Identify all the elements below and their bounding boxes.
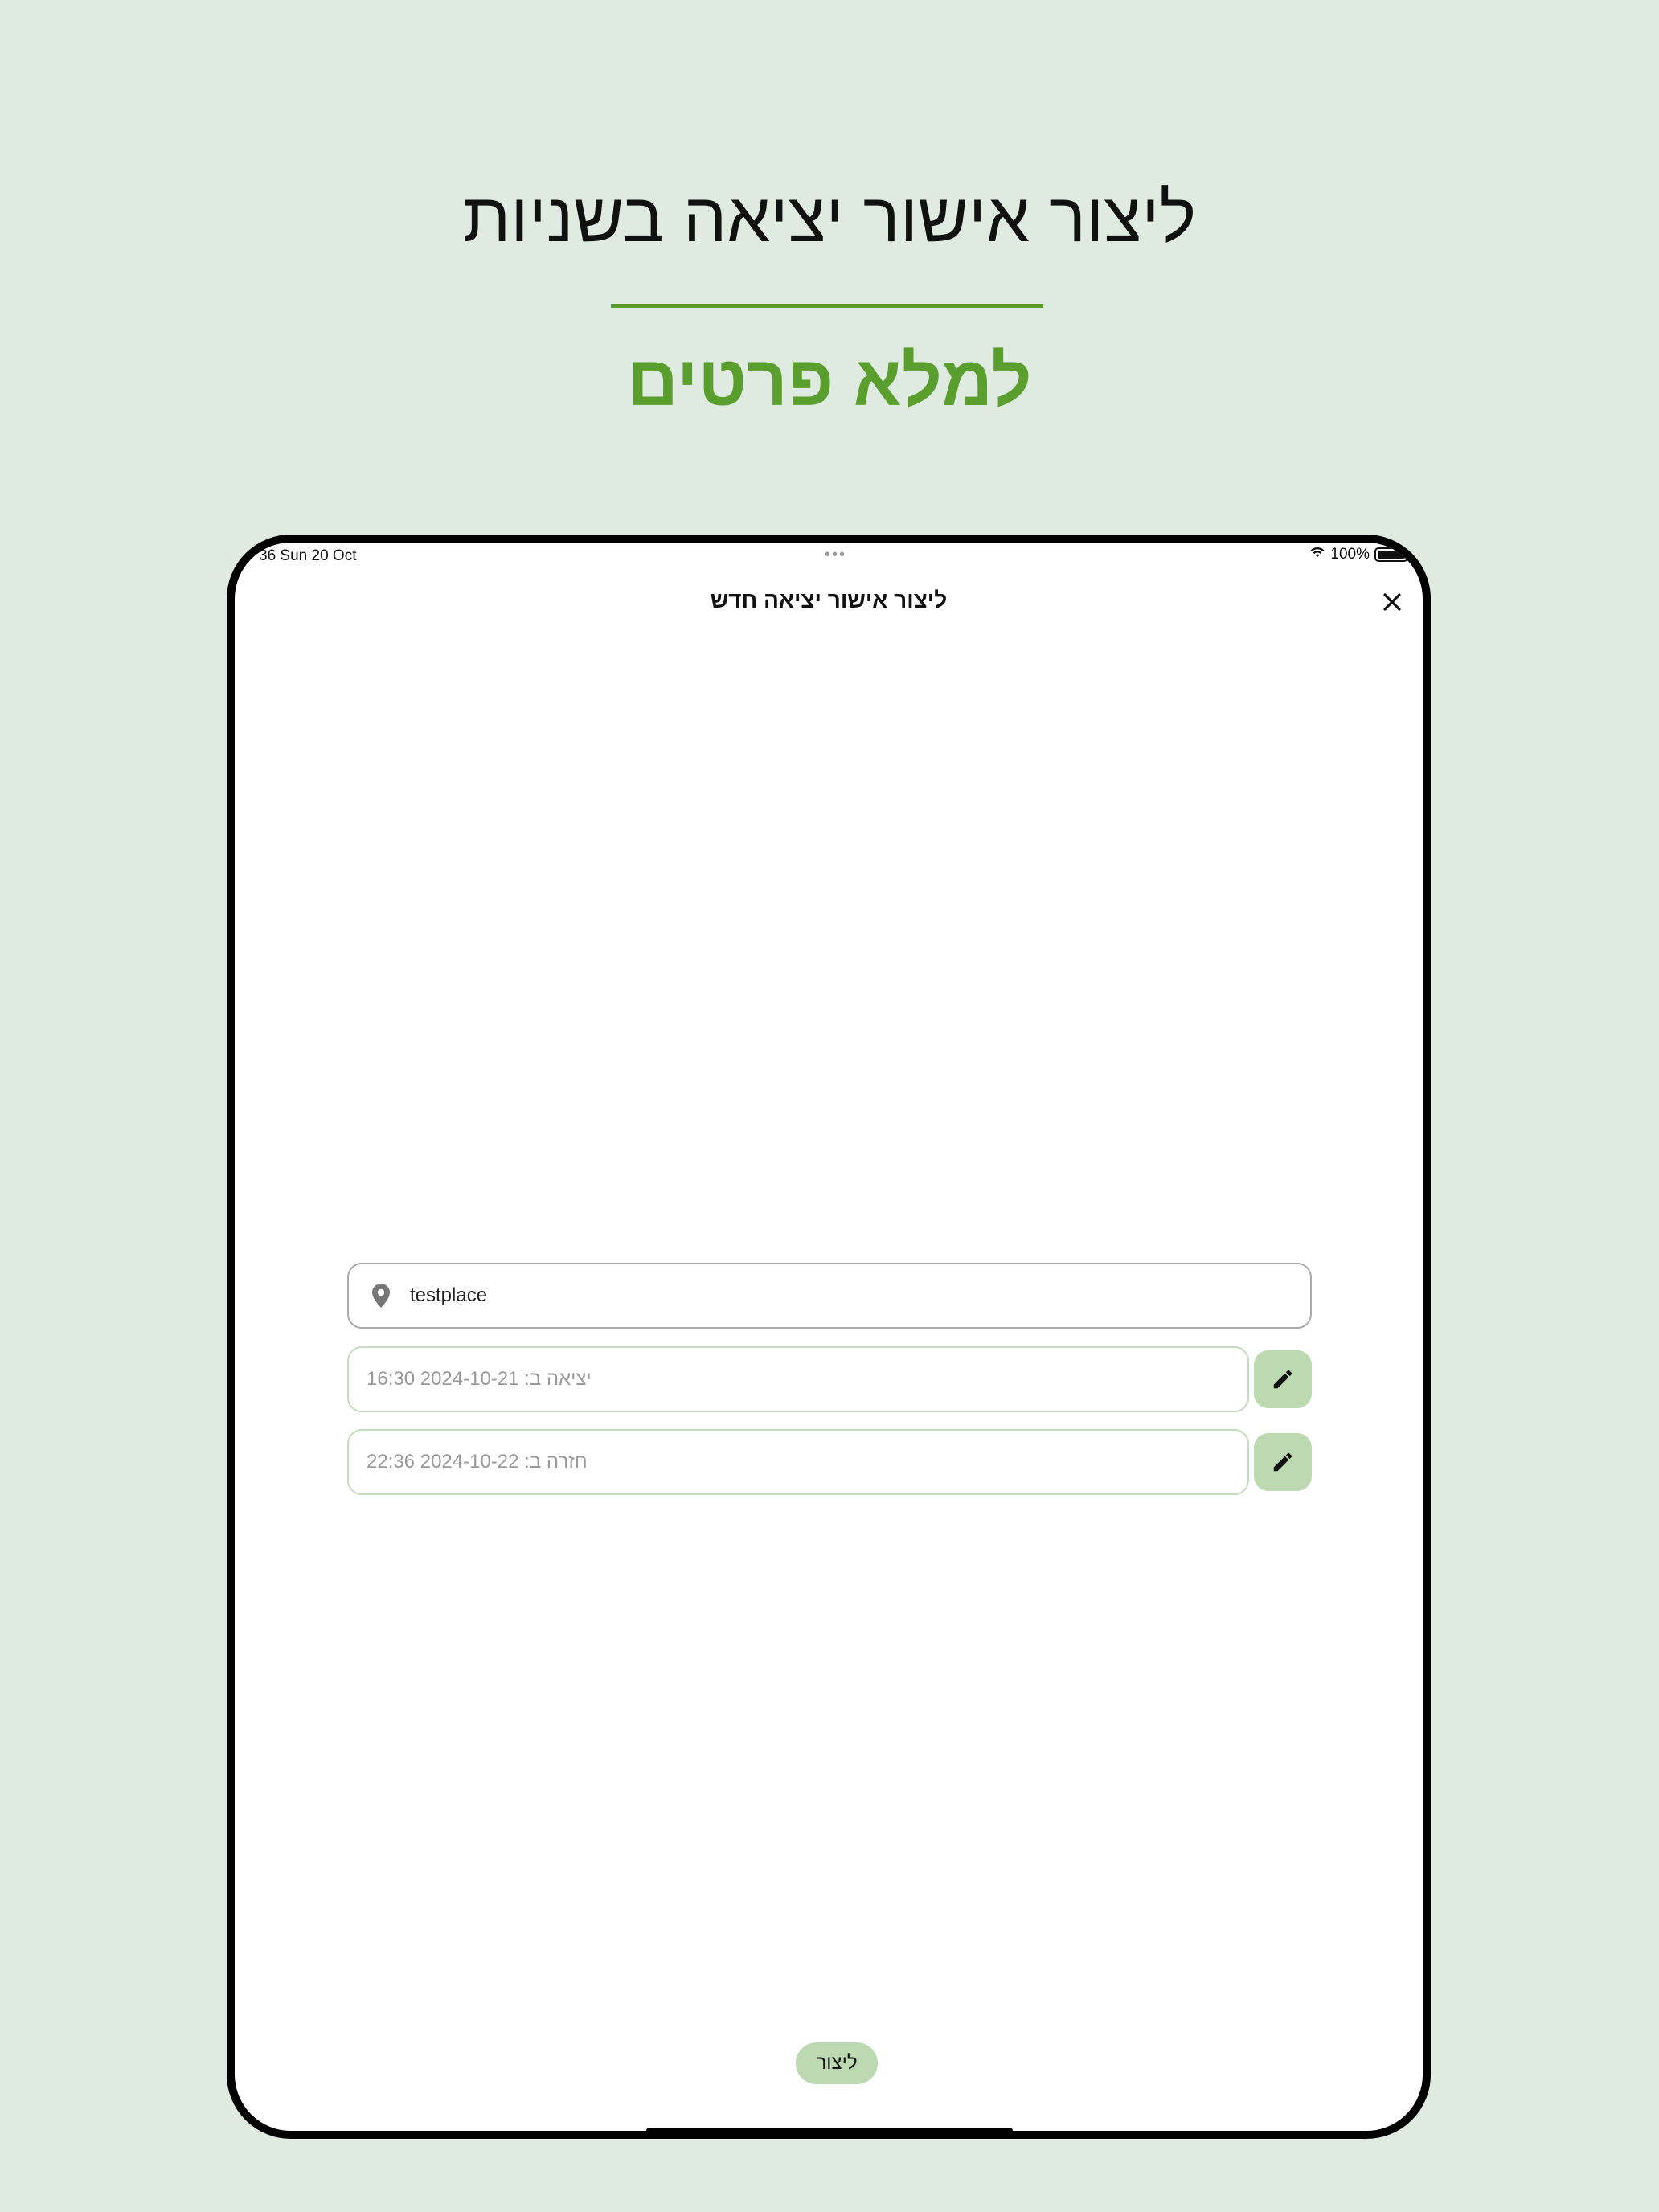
- tablet-frame: 36 Sun 20 Oct ••• 100% ליצור אישור יציאה…: [227, 535, 1431, 2139]
- promo-subheadline: למלא פרטים: [627, 341, 1032, 420]
- home-indicator[interactable]: [646, 2128, 1013, 2131]
- exit-datetime-value: 16:30 2024-10-21 :יציאה ב: [367, 1368, 592, 1390]
- exit-datetime-field[interactable]: 16:30 2024-10-21 :יציאה ב: [347, 1346, 1249, 1412]
- location-input[interactable]: testplace: [347, 1263, 1312, 1329]
- location-value: testplace: [410, 1284, 488, 1306]
- edit-exit-button[interactable]: [1254, 1350, 1312, 1408]
- promo-headline: ליצור אישור יציאה בשניות: [462, 179, 1197, 256]
- wifi-icon: [1309, 546, 1325, 563]
- return-datetime-field[interactable]: 22:36 2024-10-22 :חזרה ב: [347, 1429, 1249, 1495]
- promo-divider: [611, 304, 1043, 308]
- create-button-label: ליצור: [816, 2052, 858, 2074]
- battery-icon: [1374, 547, 1408, 562]
- location-pin-icon: [365, 1283, 397, 1309]
- return-datetime-value: 22:36 2024-10-22 :חזרה ב: [367, 1451, 588, 1473]
- status-time-date: 36 Sun 20 Oct: [259, 547, 357, 564]
- status-indicators: 100%: [1309, 546, 1408, 563]
- multitasking-dots[interactable]: •••: [825, 546, 846, 564]
- create-button[interactable]: ליצור: [796, 2042, 878, 2084]
- close-icon: [1383, 593, 1401, 611]
- edit-return-button[interactable]: [1254, 1433, 1312, 1491]
- pencil-icon: [1273, 1452, 1292, 1472]
- close-button[interactable]: [1374, 584, 1410, 620]
- pencil-icon: [1273, 1370, 1292, 1389]
- battery-percent: 100%: [1330, 546, 1370, 563]
- sheet-title: ליצור אישור יציאה חדש: [710, 588, 948, 612]
